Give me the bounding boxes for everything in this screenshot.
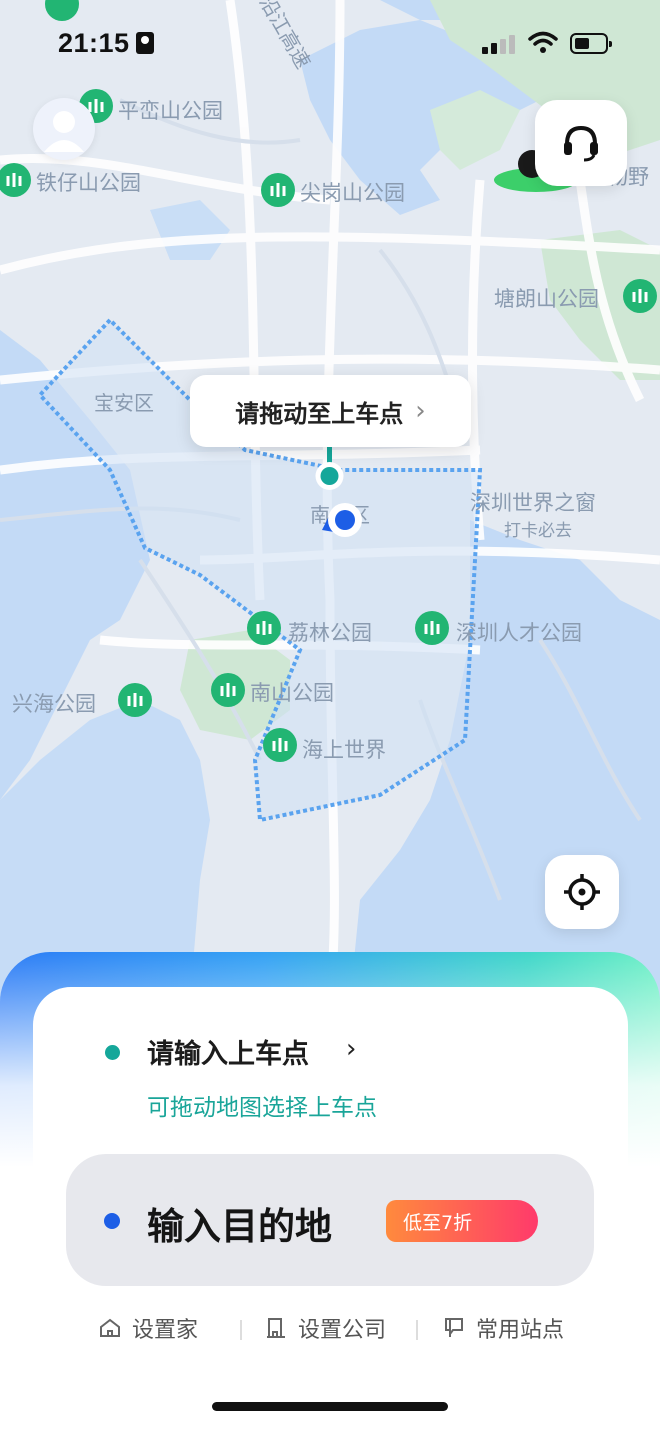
pickup-dot-icon — [105, 1045, 120, 1060]
tree-icon — [211, 673, 245, 707]
map-label-tanglangshan: 塘朗山公园 — [494, 287, 599, 311]
common-stations-label: 常用站点 — [476, 1318, 565, 1343]
divider — [416, 1320, 418, 1340]
map-label-xinghai: 兴海公园 — [12, 692, 96, 716]
common-stations-button[interactable]: 常用站点 — [442, 1312, 564, 1344]
chevron-right-icon[interactable]: › — [346, 1034, 356, 1064]
station-icon — [445, 1318, 463, 1337]
map-label-talent: 深圳人才公园 — [456, 621, 582, 645]
avatar[interactable] — [33, 98, 95, 160]
battery-icon — [570, 33, 612, 54]
headset-icon — [564, 125, 598, 162]
pickup-tooltip-label: 请拖动至上车点 — [235, 399, 404, 428]
avatar-icon — [44, 111, 84, 152]
map-label-tiezaishan: 铁仔山公园 — [36, 171, 141, 195]
map-label-lilin: 荔林公园 — [288, 621, 372, 645]
building-icon — [267, 1318, 285, 1338]
map-label-haishang: 海上世界 — [302, 738, 386, 762]
map-label-pingluanshan: 平峦山公园 — [118, 99, 223, 123]
tree-icon — [263, 728, 297, 762]
map-label-jiangangshan: 尖岗山公园 — [300, 181, 405, 205]
home-icon — [100, 1318, 120, 1337]
set-home-label: 设置家 — [132, 1318, 199, 1343]
customer-service-button[interactable] — [535, 100, 627, 186]
tree-icon — [118, 683, 152, 717]
chevron-right-icon: › — [415, 396, 426, 426]
wifi-icon — [528, 31, 558, 53]
pickup-hint: 可拖动地图选择上车点 — [147, 1095, 377, 1121]
map-label-window-world: 深圳世界之窗 — [470, 491, 596, 515]
map-label-nanshan-park: 南山公园 — [250, 681, 334, 705]
tree-icon — [415, 611, 449, 645]
set-company-label: 设置公司 — [298, 1318, 387, 1343]
signal-icon — [482, 34, 516, 54]
locate-button[interactable] — [545, 855, 619, 929]
divider — [240, 1320, 242, 1340]
home-indicator[interactable] — [212, 1402, 448, 1411]
map-label-window-world-sub: 打卡必去 — [504, 521, 572, 541]
locate-icon — [564, 874, 600, 910]
id-card-icon — [136, 32, 154, 54]
pickup-input[interactable]: 请输入上车点 — [147, 1032, 309, 1071]
set-home-button[interactable]: 设置家 — [98, 1312, 198, 1344]
destination-label: 输入目的地 — [147, 1205, 332, 1248]
tree-icon — [623, 279, 657, 313]
tree-icon — [247, 611, 281, 645]
status-time: 21:15 — [58, 28, 130, 58]
tree-icon — [261, 173, 295, 207]
set-company-button[interactable]: 设置公司 — [264, 1312, 386, 1344]
map-label-baoan: 宝安区 — [94, 391, 154, 415]
pickup-tooltip[interactable]: 请拖动至上车点 › — [190, 375, 471, 447]
destination-dot-icon — [104, 1213, 120, 1229]
discount-badge: 低至7折 — [386, 1200, 538, 1242]
